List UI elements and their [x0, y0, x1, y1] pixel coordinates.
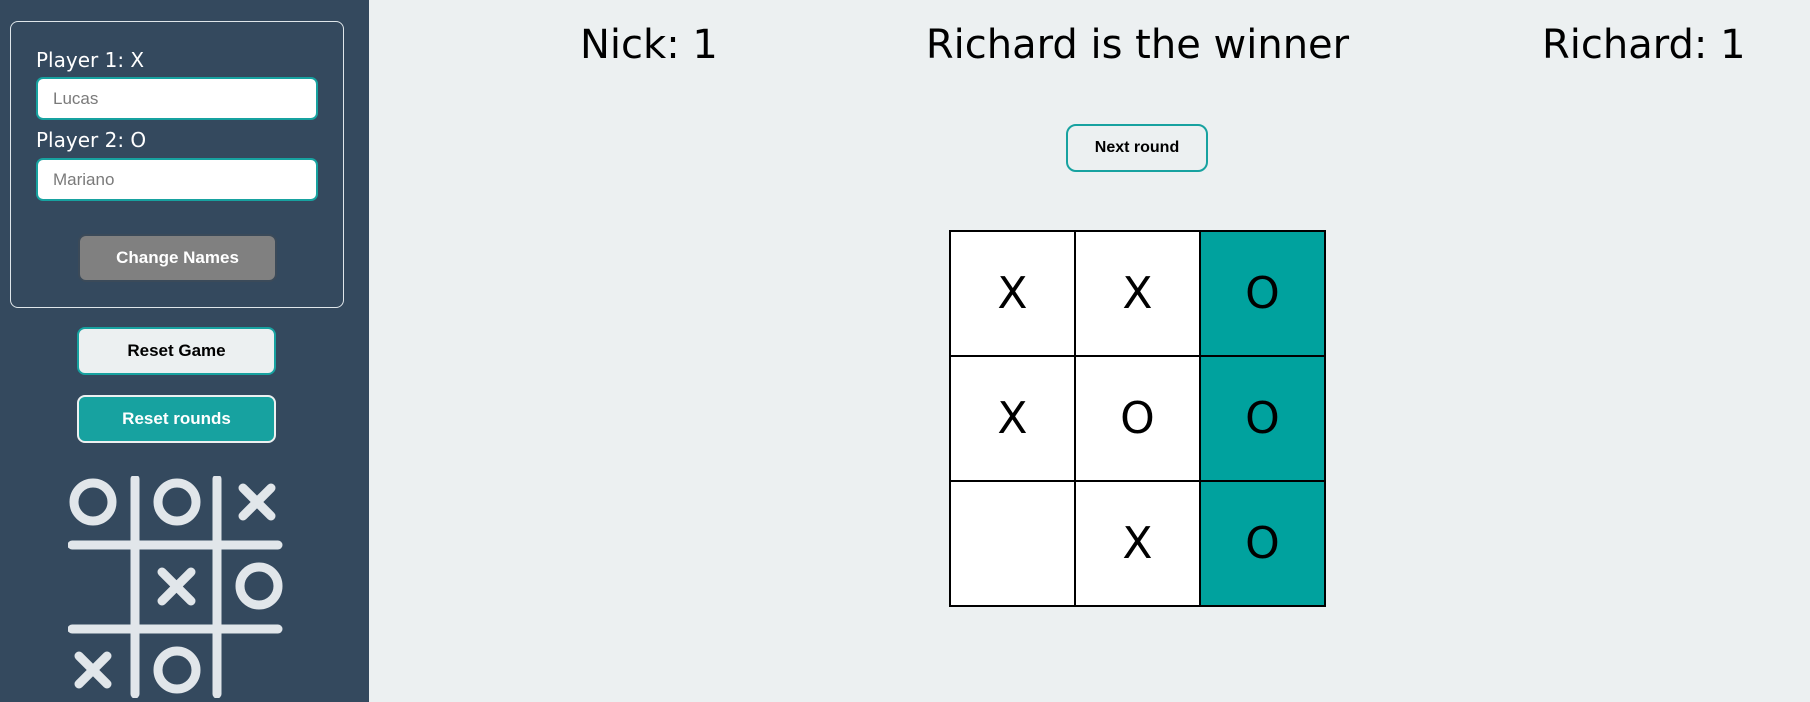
next-round-button[interactable]: Next round: [1066, 124, 1208, 172]
player1-name-input[interactable]: [36, 77, 318, 120]
board-cell[interactable]: O: [1200, 231, 1325, 356]
board-cell[interactable]: X: [950, 231, 1075, 356]
game-board: X X O X O O X O: [949, 230, 1326, 607]
player1-score: Nick: 1: [580, 22, 718, 68]
player2-name-input[interactable]: [36, 158, 318, 201]
board-cell[interactable]: X: [950, 356, 1075, 481]
tic-tac-toe-logo-icon: [68, 476, 283, 698]
board-cell[interactable]: X: [1075, 231, 1200, 356]
board-cell[interactable]: [950, 481, 1075, 606]
reset-game-button[interactable]: Reset Game: [77, 327, 276, 375]
board-cell[interactable]: X: [1075, 481, 1200, 606]
board-cell[interactable]: O: [1200, 356, 1325, 481]
names-panel: Player 1: X Player 2: O Change Names: [10, 21, 344, 308]
player2-score: Richard: 1: [1542, 22, 1746, 68]
game-status: Richard is the winner: [925, 22, 1350, 68]
board-cell[interactable]: O: [1075, 356, 1200, 481]
board-cell[interactable]: O: [1200, 481, 1325, 606]
player1-label: Player 1: X: [36, 48, 145, 72]
sidebar: Player 1: X Player 2: O Change Names Res…: [0, 0, 369, 702]
reset-rounds-button[interactable]: Reset rounds: [77, 395, 276, 443]
change-names-button[interactable]: Change Names: [78, 234, 277, 282]
player2-label: Player 2: O: [36, 128, 147, 152]
